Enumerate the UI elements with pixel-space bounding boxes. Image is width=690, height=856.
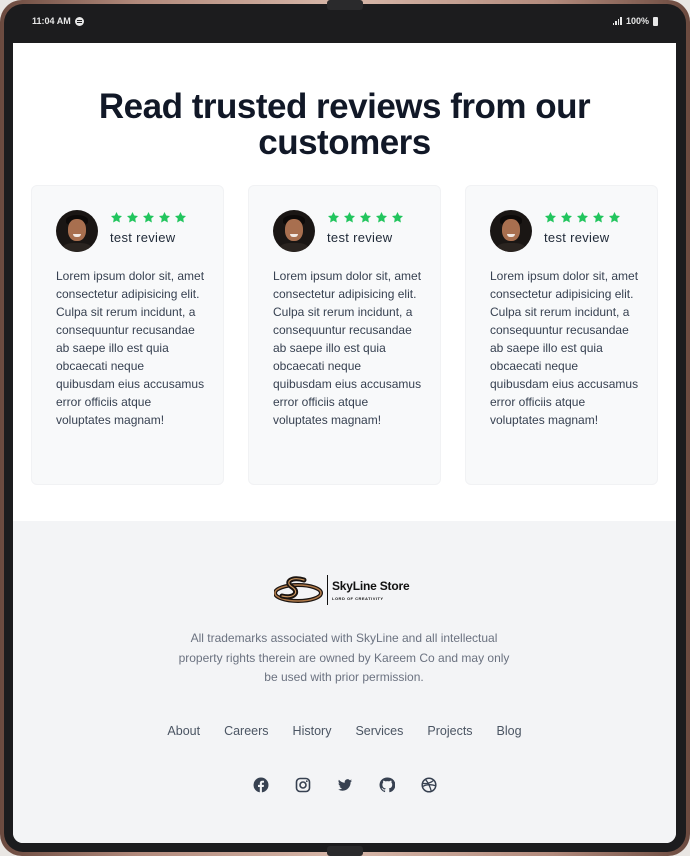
star-rating	[110, 211, 187, 224]
star-icon	[608, 211, 621, 223]
star-icon	[343, 211, 356, 223]
review-title: test review	[327, 230, 393, 245]
skyline-logo-icon	[274, 576, 323, 603]
battery-icon	[653, 16, 658, 26]
footer-nav: About Careers History Services Projects …	[13, 724, 676, 738]
brand-logo[interactable]: SkyLine Store LORD OF CREATIVITY	[274, 574, 410, 606]
logo-divider	[327, 575, 328, 605]
battery-percent: 100%	[625, 16, 649, 26]
tablet-frame: 11:04 AM 100% Read trusted reviews from …	[0, 0, 690, 856]
footer-link-history[interactable]: History	[293, 724, 332, 738]
spotify-icon	[74, 16, 84, 26]
star-icon	[158, 211, 171, 223]
review-card: test review Lorem ipsum dolor sit, amet …	[248, 185, 441, 485]
review-card: test review Lorem ipsum dolor sit, amet …	[31, 185, 224, 485]
star-icon	[560, 211, 573, 223]
star-icon	[174, 211, 187, 223]
star-icon	[391, 211, 404, 223]
footer-link-services[interactable]: Services	[355, 724, 403, 738]
review-title: test review	[544, 230, 610, 245]
reviewer-avatar	[56, 210, 98, 252]
dribbble-icon[interactable]	[420, 777, 437, 793]
star-icon	[592, 211, 605, 223]
star-rating	[327, 211, 404, 224]
page-title: Read trusted reviews from our customers	[98, 87, 591, 162]
reviewer-avatar	[490, 210, 532, 252]
star-icon	[544, 211, 557, 223]
brand-tagline: LORD OF CREATIVITY	[332, 596, 384, 601]
star-icon	[375, 211, 388, 223]
web-page: Read trusted reviews from our customers …	[13, 43, 676, 843]
star-icon	[359, 211, 372, 223]
review-text: Lorem ipsum dolor sit, amet consectetur …	[490, 269, 639, 427]
star-rating	[544, 211, 621, 224]
star-icon	[576, 211, 589, 223]
star-icon	[110, 211, 123, 223]
github-icon[interactable]	[379, 777, 395, 793]
site-footer: SkyLine Store LORD OF CREATIVITY All tra…	[13, 521, 676, 843]
signal-icon	[612, 17, 622, 25]
star-icon	[126, 211, 139, 223]
instagram-icon[interactable]	[295, 777, 311, 793]
social-links	[13, 777, 676, 793]
footer-link-about[interactable]: About	[167, 724, 200, 738]
reviewer-avatar	[273, 210, 315, 252]
review-title: test review	[110, 230, 176, 245]
star-icon	[327, 211, 340, 223]
footer-link-projects[interactable]: Projects	[427, 724, 472, 738]
twitter-icon[interactable]	[337, 777, 353, 793]
facebook-icon[interactable]	[253, 777, 269, 793]
brand-name: SkyLine Store	[332, 579, 410, 593]
footer-link-blog[interactable]: Blog	[497, 724, 522, 738]
status-time: 11:04 AM	[32, 16, 71, 26]
footer-link-careers[interactable]: Careers	[224, 724, 268, 738]
star-icon	[142, 211, 155, 223]
review-text: Lorem ipsum dolor sit, amet consectetur …	[56, 269, 205, 427]
review-card: test review Lorem ipsum dolor sit, amet …	[465, 185, 658, 485]
reviews-list: test review Lorem ipsum dolor sit, amet …	[31, 185, 658, 485]
copyright-note: All trademarks associated with SkyLine a…	[178, 631, 510, 684]
review-text: Lorem ipsum dolor sit, amet consectetur …	[273, 269, 422, 427]
